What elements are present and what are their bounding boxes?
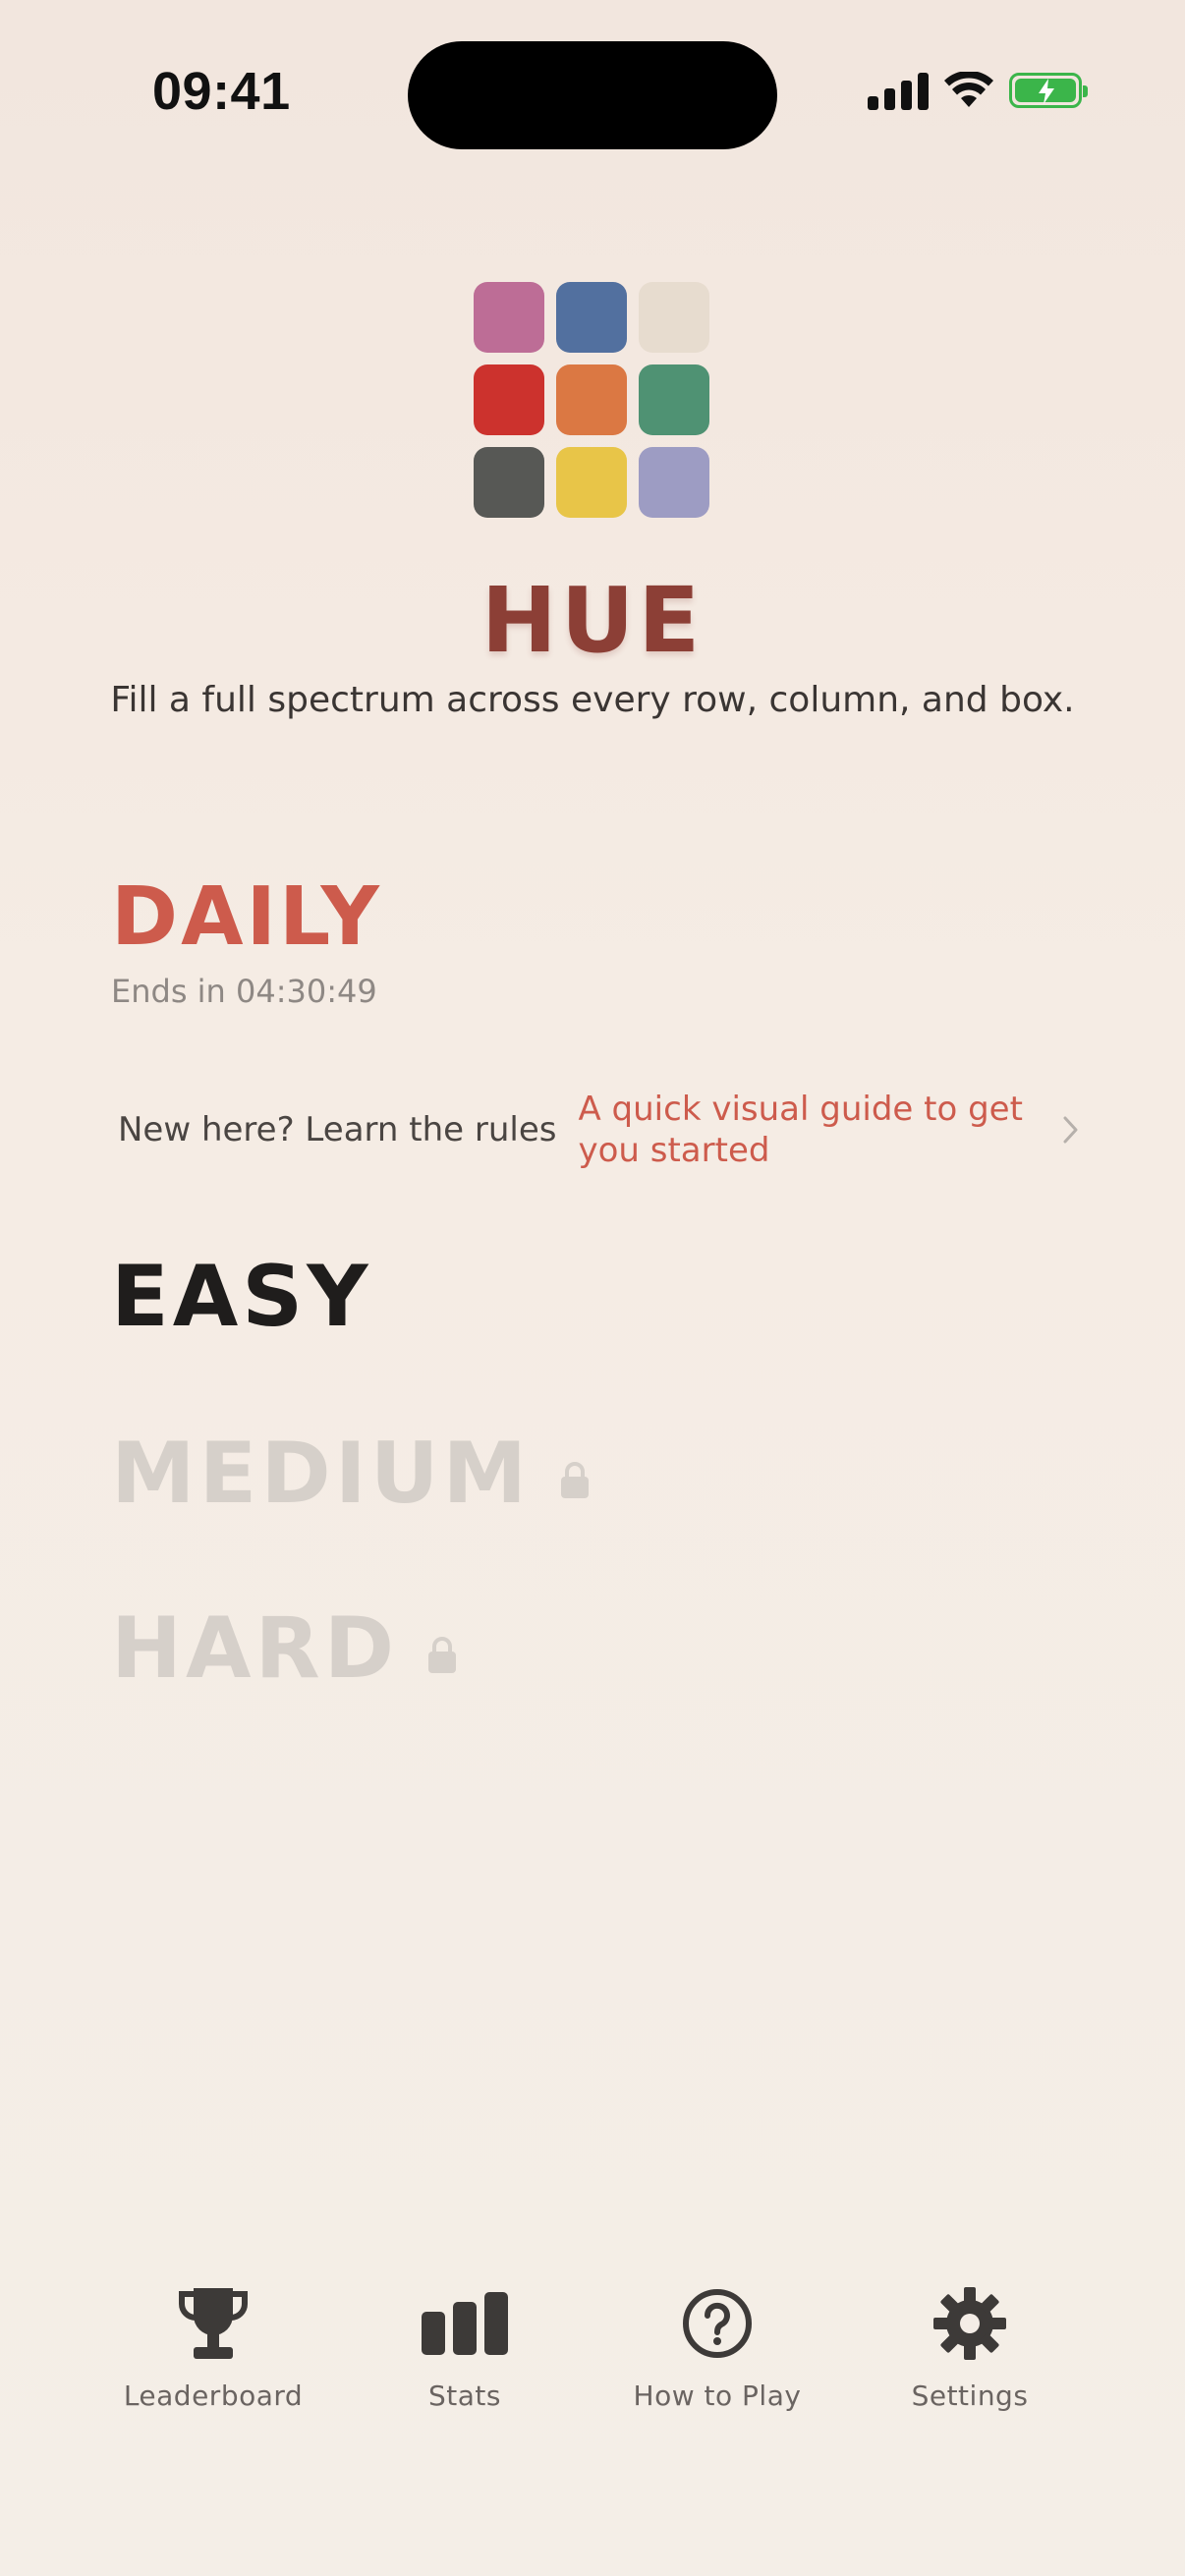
app-tagline: Fill a full spectrum across every row, c…: [110, 680, 1075, 720]
bottom-nav: Leaderboard Stats How to Play Settings: [0, 2279, 1185, 2436]
dynamic-island: [408, 41, 777, 149]
nav-settings[interactable]: Settings: [862, 2279, 1078, 2412]
difficulty-label: MEDIUM: [111, 1425, 532, 1523]
difficulty-hard-button[interactable]: HARD: [111, 1599, 457, 1698]
difficulty-medium-button[interactable]: MEDIUM: [111, 1425, 590, 1523]
nav-stats[interactable]: Stats: [357, 2279, 573, 2412]
chevron-right-icon: [1063, 1116, 1078, 1144]
daily-timer: Ends in 04:30:49: [111, 973, 377, 1010]
nav-label: Settings: [911, 2380, 1029, 2412]
logo-cell: [474, 364, 544, 435]
logo-cell: [474, 447, 544, 518]
logo-cell: [639, 447, 709, 518]
rules-guide-text: A quick visual guide to get you started: [578, 1090, 1023, 1170]
difficulty-label: HARD: [111, 1599, 399, 1698]
nav-label: Leaderboard: [123, 2380, 304, 2412]
status-icons: [868, 71, 1088, 110]
nav-label: Stats: [428, 2380, 501, 2412]
gear-icon: [933, 2287, 1006, 2360]
logo-cell: [474, 282, 544, 353]
logo-cell: [556, 282, 627, 353]
daily-button[interactable]: DAILY: [111, 870, 382, 964]
status-time: 09:41: [152, 62, 291, 121]
logo-cell: [639, 282, 709, 353]
app-title: HUE: [480, 568, 705, 673]
difficulty-easy-button[interactable]: EASY: [111, 1248, 372, 1346]
difficulty-label: EASY: [111, 1248, 372, 1346]
bar-chart-icon: [422, 2292, 508, 2355]
trophy-icon: [179, 2288, 248, 2359]
rules-label: New here? Learn the rules: [118, 1110, 557, 1149]
cellular-signal-icon: [868, 71, 929, 110]
learn-rules-link[interactable]: New here? Learn the rules A quick visual…: [98, 1081, 1081, 1179]
lock-icon: [428, 1637, 457, 1673]
logo-cell: [556, 447, 627, 518]
wifi-icon: [944, 72, 993, 107]
question-icon: [683, 2289, 752, 2358]
logo-cell: [556, 364, 627, 435]
lock-icon: [561, 1462, 590, 1498]
nav-label: How to Play: [633, 2380, 802, 2412]
battery-icon: [1009, 73, 1088, 108]
nav-leaderboard[interactable]: Leaderboard: [105, 2279, 321, 2412]
nav-how-to-play[interactable]: How to Play: [609, 2279, 825, 2412]
app-logo-grid: [474, 282, 709, 518]
logo-cell: [639, 364, 709, 435]
